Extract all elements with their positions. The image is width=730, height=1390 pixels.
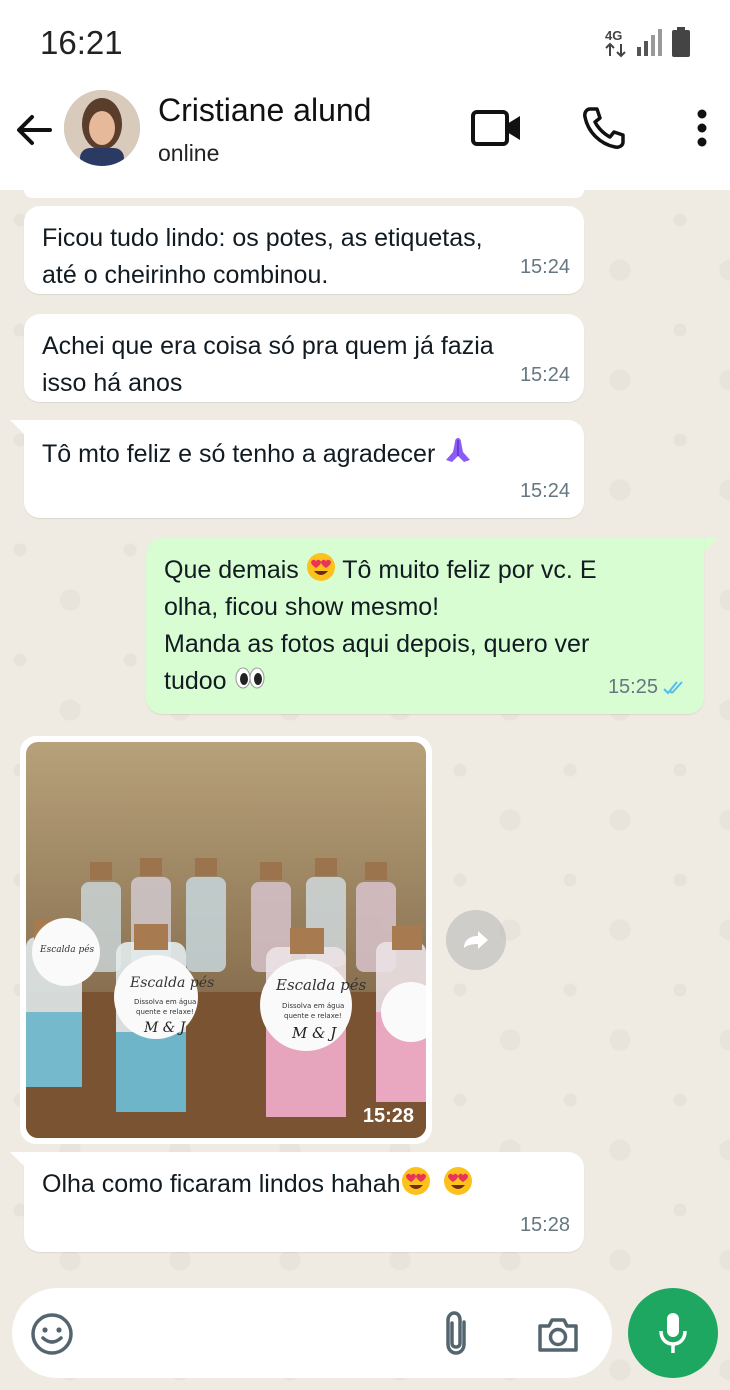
outgoing-message[interactable]: Que demais Tô muito feliz por vc. E olha… — [146, 538, 704, 714]
contact-name[interactable]: Cristiane alund — [158, 92, 371, 129]
message-time: 15:24 — [519, 364, 570, 386]
svg-text:Escalda pés: Escalda pés — [39, 944, 95, 955]
heart-eyes-emoji-icon — [306, 553, 335, 581]
chat-area[interactable]: Ficou tudo lindo: os potes, as etiquetas… — [0, 190, 730, 1390]
message-text: Que demais Tô muito feliz por vc. E — [164, 552, 686, 589]
more-vertical-icon[interactable] — [690, 104, 714, 152]
chat-header: Cristiane alund online — [0, 88, 730, 190]
svg-text:M & J: M & J — [143, 1020, 187, 1036]
camera-icon[interactable] — [536, 1314, 580, 1354]
smiley-icon[interactable] — [30, 1312, 74, 1356]
microphone-icon — [659, 1313, 687, 1353]
svg-text:Escalda pés: Escalda pés — [129, 975, 214, 991]
svg-text:Dissolva em água: Dissolva em água — [134, 998, 196, 1006]
avatar[interactable] — [64, 90, 140, 166]
phone-icon[interactable] — [580, 104, 632, 152]
read-ticks-icon — [663, 680, 683, 694]
svg-text:Escalda pés: Escalda pés — [275, 976, 367, 994]
incoming-message[interactable]: Ficou tudo lindo: os potes, as etiquetas… — [24, 206, 584, 294]
svg-text:quente e relaxe!: quente e relaxe! — [136, 1008, 194, 1016]
message-text: Manda as fotos aqui depois, quero ver — [164, 630, 590, 658]
svg-text:quente e relaxe!: quente e relaxe! — [284, 1012, 342, 1020]
message-text: até o cheirinho combinou. — [42, 261, 329, 289]
previous-message-edge — [24, 190, 584, 198]
message-text: Ficou tudo lindo: os potes, as etiquetas… — [42, 224, 483, 252]
status-time: 16:21 — [40, 24, 123, 61]
bubble-tail — [702, 538, 718, 554]
message-text: Olha como ficaram lindos hahah — [42, 1166, 566, 1203]
forward-button[interactable] — [446, 910, 506, 970]
voice-message-button[interactable] — [628, 1288, 718, 1378]
message-time: 15:24 — [519, 480, 570, 502]
svg-text:4G: 4G — [605, 28, 622, 43]
incoming-image-message[interactable]: Escalda pés Dissolva em água quente e re… — [20, 736, 432, 1144]
contact-status: online — [158, 140, 220, 166]
heart-eyes-emoji-icon — [401, 1167, 430, 1195]
back-arrow-icon[interactable] — [12, 108, 56, 152]
message-text: Tô mto feliz e só tenho a agradecer — [42, 434, 566, 473]
message-time: 15:25 — [608, 669, 690, 706]
message-text: olha, ficou show mesmo! — [164, 593, 440, 621]
incoming-message[interactable]: Achei que era coisa só pra quem já fazia… — [24, 314, 584, 402]
forward-icon — [464, 931, 488, 949]
incoming-message[interactable]: Olha como ficaram lindos hahah 15:28 — [24, 1152, 584, 1252]
message-photo[interactable]: Escalda pés Dissolva em água quente e re… — [26, 742, 426, 1138]
svg-text:M & J: M & J — [291, 1024, 337, 1042]
signal-icon — [637, 29, 662, 56]
system-icons: 4G — [604, 26, 692, 58]
message-time: 15:28 — [519, 1214, 570, 1236]
status-bar: 16:21 4G — [0, 0, 730, 88]
video-camera-icon[interactable] — [470, 104, 524, 152]
heart-eyes-emoji-icon — [444, 1167, 473, 1195]
message-time: 15:28 — [362, 1105, 414, 1127]
message-text: Achei que era coisa só pra quem já fazia — [42, 332, 494, 360]
svg-text:Dissolva em água: Dissolva em água — [282, 1002, 344, 1010]
eyes-emoji-icon — [235, 667, 265, 689]
battery-icon — [672, 27, 690, 57]
network-4g-icon: 4G — [605, 28, 626, 58]
message-text: isso há anos — [42, 369, 183, 397]
folded-hands-icon — [446, 438, 471, 462]
paperclip-icon[interactable] — [440, 1310, 474, 1356]
incoming-message[interactable]: Tô mto feliz e só tenho a agradecer 15:2… — [24, 420, 584, 518]
message-composer[interactable] — [12, 1288, 612, 1378]
message-time: 15:24 — [519, 256, 570, 278]
